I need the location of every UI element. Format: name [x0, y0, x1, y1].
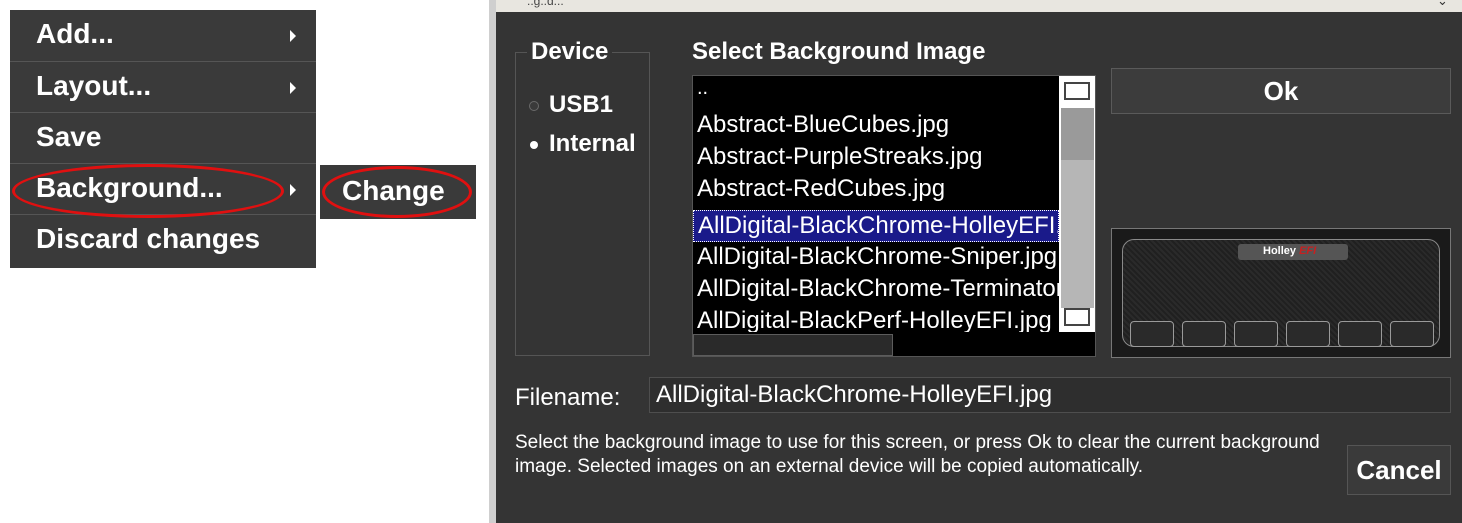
list-item[interactable]: Abstract-RedCubes.jpg	[693, 174, 1059, 206]
device-legend: Device	[527, 38, 613, 66]
help-text: Select the background image to use for t…	[515, 432, 1320, 477]
select-background-dialog: ..g..d... ⌄ Device USB1 Internal Select …	[489, 0, 1462, 523]
logo-accent: EFI	[1299, 245, 1317, 257]
background-preview-image: Holley EFI	[1111, 228, 1451, 358]
list-item-selected[interactable]: AllDigital-BlackChrome-HolleyEFI.jpg	[693, 210, 1059, 242]
scrollbar-track[interactable]	[1061, 160, 1094, 308]
menu-item-label: Add...	[36, 18, 114, 49]
menu-item-layout[interactable]: Layout...	[10, 61, 316, 112]
preview-gauge-box	[1234, 321, 1278, 347]
menu-item-add[interactable]: Add...	[10, 10, 316, 61]
list-item[interactable]: ..	[693, 78, 1059, 110]
radio-usb1[interactable]: USB1	[529, 91, 613, 119]
preview-gauge-box	[1390, 321, 1434, 347]
menu-item-change[interactable]: Change	[320, 165, 476, 219]
filename-field[interactable]: AllDigital-BlackChrome-HolleyEFI.jpg	[649, 377, 1451, 413]
submenu-arrow-icon	[290, 30, 296, 42]
radio-label: USB1	[549, 91, 614, 118]
menu-item-label: Change	[342, 175, 445, 206]
menu-item-save[interactable]: Save	[10, 112, 316, 163]
window-border	[489, 0, 496, 523]
horizontal-scrollbar[interactable]	[693, 334, 893, 356]
preview-logo: Holley EFI	[1263, 245, 1316, 257]
list-item[interactable]: Abstract-PurpleStreaks.jpg	[693, 142, 1059, 174]
radio-unchecked-icon	[529, 100, 539, 111]
list-item[interactable]: AllDigital-BlackChrome-Terminator.jpg	[693, 274, 1059, 306]
radio-internal[interactable]: Internal	[529, 130, 636, 158]
file-list[interactable]: .. Abstract-BlueCubes.jpg Abstract-Purpl…	[692, 75, 1096, 357]
preview-gauge-box	[1338, 321, 1382, 347]
menu-item-label: Background...	[36, 172, 223, 203]
filename-label: Filename:	[515, 384, 621, 411]
preview-gauge-box	[1182, 321, 1226, 347]
radio-checked-icon	[530, 140, 538, 149]
menu-item-label: Save	[36, 121, 102, 152]
file-list-title: Select Background Image	[692, 38, 986, 65]
list-item[interactable]: AllDigital-BlackChrome-Sniper.jpg	[693, 242, 1059, 274]
scroll-up-button[interactable]	[1064, 82, 1090, 100]
list-item[interactable]: Abstract-BlueCubes.jpg	[693, 110, 1059, 142]
dialog-title-bar: ..g..d... ⌄	[489, 0, 1462, 12]
context-menu: Add... Layout... Save Background... Disc…	[10, 10, 316, 268]
vertical-scrollbar[interactable]	[1059, 76, 1095, 332]
menu-item-background[interactable]: Background...	[10, 163, 316, 214]
radio-label: Internal	[549, 130, 636, 157]
logo-text: Holley	[1263, 245, 1297, 257]
menu-item-label: Discard changes	[36, 223, 261, 254]
ok-button[interactable]: Ok	[1111, 68, 1451, 114]
close-icon[interactable]: ⌄	[1437, 0, 1448, 9]
preview-gauge-box	[1130, 321, 1174, 347]
cancel-button[interactable]: Cancel	[1347, 445, 1451, 495]
scroll-down-button[interactable]	[1064, 308, 1090, 326]
preview-gauge-box	[1286, 321, 1330, 347]
menu-item-discard-changes[interactable]: Discard changes	[10, 214, 316, 265]
list-item[interactable]: AllDigital-BlackPerf-HolleyEFI.jpg	[693, 306, 1059, 332]
submenu-arrow-icon	[290, 82, 296, 94]
background-submenu: Change	[320, 165, 476, 219]
scrollbar-thumb[interactable]	[1061, 108, 1094, 160]
submenu-arrow-icon	[290, 184, 296, 196]
dialog-title: ..g..d...	[527, 0, 564, 8]
menu-item-label: Layout...	[36, 70, 152, 101]
